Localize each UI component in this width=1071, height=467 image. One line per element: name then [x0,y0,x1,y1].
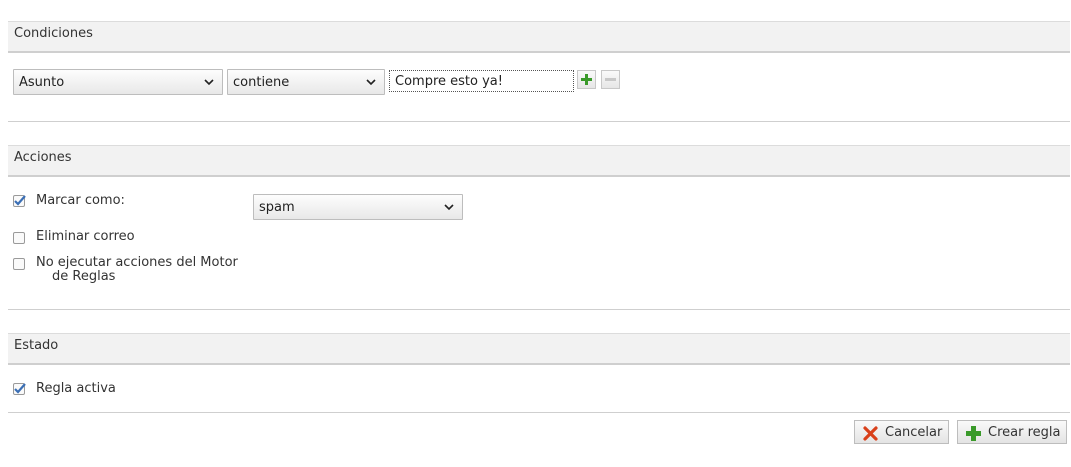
conditions-title: Condiciones [14,26,93,41]
condition-value-input[interactable] [389,70,574,92]
mark-as-label: Marcar como: [36,193,125,208]
delete-mail-checkbox[interactable] [13,232,25,244]
create-rule-button-label: Crear regla [988,425,1061,440]
stop-rules-label-line2: de Reglas [52,269,116,284]
stop-rules-checkbox[interactable] [13,258,25,270]
condition-operator-value: contiene [233,75,290,90]
delete-mail-label: Eliminar correo [36,229,135,244]
status-header: Estado [8,333,1070,365]
status-title: Estado [14,338,59,353]
chevron-down-icon [444,204,454,211]
minus-icon [605,78,616,81]
cancel-button-label: Cancelar [885,425,943,440]
chevron-down-icon [366,79,376,86]
conditions-divider [8,121,1070,122]
create-rule-button[interactable]: Crear regla [957,420,1067,444]
add-condition-button[interactable] [577,70,596,89]
mark-as-checkbox[interactable] [13,195,26,207]
condition-field-value: Asunto [19,75,65,90]
rule-active-checkbox[interactable] [13,383,26,395]
stop-rules-label-line1: No ejecutar acciones del Motor [36,255,238,270]
remove-condition-button[interactable] [601,70,620,89]
status-divider [8,412,1070,413]
actions-divider [8,309,1070,310]
plus-icon [581,74,592,85]
chevron-down-icon [204,79,214,86]
plus-icon [966,426,981,441]
rule-active-label: Regla activa [36,381,116,396]
mark-as-value: spam [259,200,295,215]
condition-field-select[interactable]: Asunto [13,69,223,95]
x-icon [863,426,878,441]
condition-operator-select[interactable]: contiene [227,69,385,95]
checkmark-icon [14,195,26,206]
mark-as-select[interactable]: spam [253,194,463,220]
cancel-button[interactable]: Cancelar [854,420,949,444]
checkmark-icon [14,383,26,394]
actions-header: Acciones [8,145,1070,177]
actions-title: Acciones [14,150,72,165]
conditions-header: Condiciones [8,21,1070,53]
